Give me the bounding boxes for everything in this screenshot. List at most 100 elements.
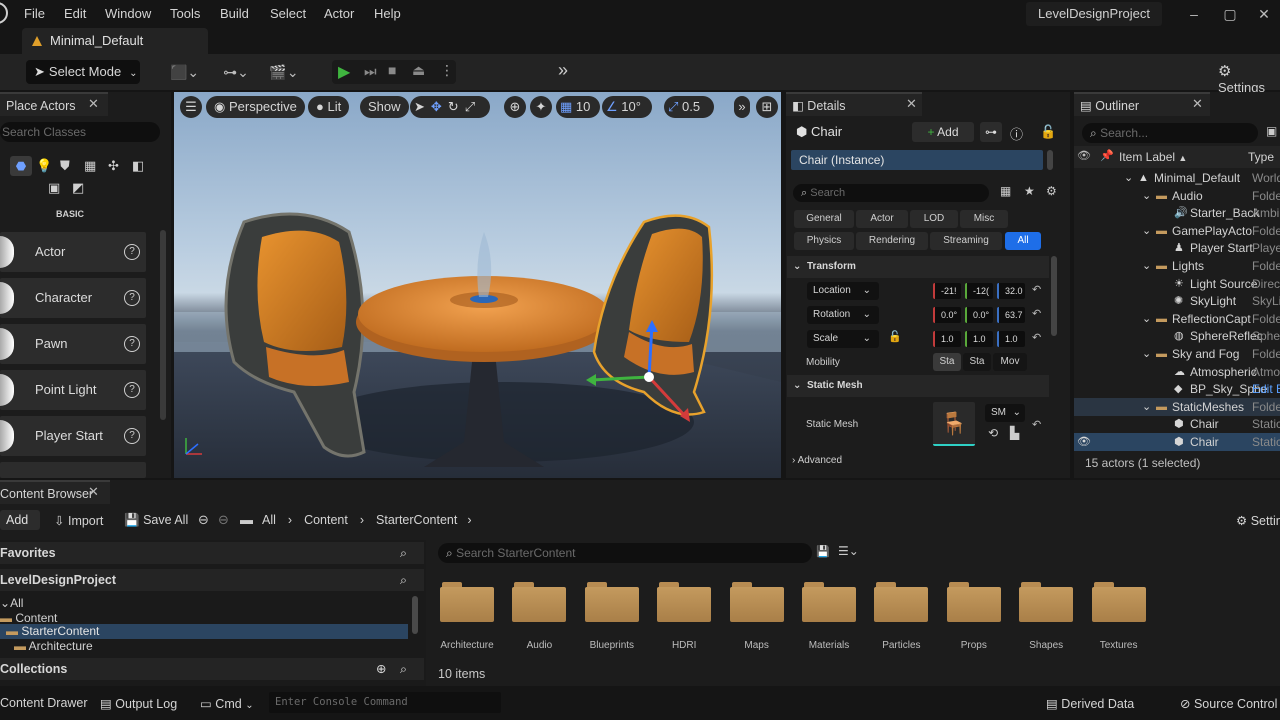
- filter-icon[interactable]: ☰⌄: [838, 544, 859, 558]
- tree-architecture[interactable]: ▬ Architecture: [14, 639, 93, 653]
- folder-tile-icon[interactable]: [729, 582, 784, 622]
- filter-actor[interactable]: Actor: [856, 210, 908, 228]
- viewport-menu-icon[interactable]: ☰: [180, 96, 202, 118]
- chevron-down-icon[interactable]: ⌄: [1142, 257, 1151, 275]
- menu-build[interactable]: Build: [220, 6, 249, 21]
- folder-tile-icon[interactable]: [657, 582, 712, 622]
- select-tool-icon[interactable]: ➤: [414, 99, 431, 114]
- help-icon[interactable]: ?: [124, 244, 140, 260]
- output-log-button[interactable]: ▤ Output Log: [100, 696, 177, 711]
- lock-icon[interactable]: 🔓: [1040, 124, 1056, 140]
- mobility-movable[interactable]: Mov: [993, 353, 1027, 371]
- location-dropdown[interactable]: Location ⌄: [807, 282, 879, 300]
- chevron-down-icon[interactable]: ⌄: [1142, 222, 1151, 240]
- item-label-column[interactable]: Item Label ▲: [1119, 150, 1187, 164]
- location-y-field[interactable]: -12(: [965, 283, 993, 299]
- level-tab[interactable]: Minimal_Default: [22, 28, 208, 54]
- menu-help[interactable]: Help: [374, 6, 401, 21]
- location-z-field[interactable]: 32.0: [997, 283, 1025, 299]
- reset-mesh-icon[interactable]: ↶: [1032, 418, 1041, 431]
- component-instance-row[interactable]: Chair (Instance): [791, 150, 1043, 170]
- search-classes-input[interactable]: Search Classes: [0, 122, 160, 142]
- type-column-header[interactable]: Type: [1248, 150, 1274, 164]
- more-options-icon[interactable]: ⋮: [440, 62, 454, 79]
- details-search-input[interactable]: ⌕ Search: [793, 184, 989, 202]
- help-icon[interactable]: ?: [124, 428, 140, 444]
- chevron-down-icon[interactable]: ⌄: [1142, 310, 1151, 328]
- save-search-icon[interactable]: 💾: [816, 545, 830, 558]
- import-button[interactable]: ⇩ Import: [54, 513, 103, 528]
- step-icon[interactable]: ⏭: [364, 63, 377, 80]
- details-settings-gear-icon[interactable]: ⚙: [1046, 184, 1057, 198]
- tree-all[interactable]: ⌄All: [0, 596, 23, 610]
- visibility-eye-icon[interactable]: 👁: [1077, 433, 1091, 451]
- cmd-dropdown[interactable]: ▭ Cmd ⌄: [200, 696, 254, 711]
- expand-viewport-icon[interactable]: »: [734, 96, 750, 118]
- back-icon[interactable]: ⊖: [198, 512, 209, 528]
- viewport-layout-icon[interactable]: ⊞: [756, 96, 778, 118]
- reset-rotation-icon[interactable]: ↶: [1032, 307, 1041, 320]
- geometry-category-icon[interactable]: ◧: [132, 158, 144, 174]
- search-icon[interactable]: ⌕: [400, 542, 407, 564]
- close-icon[interactable]: ✕: [1192, 96, 1203, 112]
- details-tab[interactable]: ◧ Details: [786, 92, 922, 116]
- transform-section[interactable]: ⌄ Transform: [787, 256, 1049, 278]
- folder-tile-icon[interactable]: [1091, 582, 1146, 622]
- search-icon[interactable]: ⌕: [400, 569, 407, 591]
- add-component-button[interactable]: + Add: [912, 122, 974, 142]
- outliner-add-icon[interactable]: ▣: [1266, 124, 1277, 138]
- filter-lod[interactable]: LOD: [910, 210, 958, 228]
- console-command-input[interactable]: Enter Console Command: [269, 692, 501, 713]
- details-scrollbar[interactable]: [1051, 256, 1057, 336]
- breadcrumb-all[interactable]: All: [262, 513, 276, 527]
- all-classes-category-icon[interactable]: ◩: [72, 180, 84, 196]
- scale-y-field[interactable]: 1.0: [965, 331, 993, 347]
- blueprints-icon[interactable]: ⊶⌄: [218, 62, 254, 82]
- chevron-down-icon[interactable]: ⌄: [1142, 187, 1151, 205]
- favorites-section[interactable]: Favorites ⌕: [0, 542, 424, 564]
- menu-file[interactable]: File: [24, 6, 45, 21]
- maximize-icon[interactable]: ▢: [1222, 6, 1238, 22]
- content-settings-button[interactable]: ⚙ Settings: [1236, 513, 1280, 528]
- scale-lock-icon[interactable]: 🔓: [888, 330, 902, 343]
- filter-physics[interactable]: Physics: [794, 232, 854, 250]
- outliner-row[interactable]: ◆BP_Sky_SpheEdit B: [1074, 380, 1280, 398]
- outliner-row[interactable]: ⬢ Chair Static: [1074, 415, 1280, 433]
- breadcrumb-content[interactable]: Content: [304, 513, 348, 527]
- add-content-icon[interactable]: ⬛⌄: [170, 62, 199, 82]
- add-collection-icon[interactable]: ⊕: [376, 658, 386, 680]
- folder-tile-icon[interactable]: [584, 582, 639, 622]
- expand-toolbar-icon[interactable]: »: [558, 60, 568, 81]
- outliner-row[interactable]: ✺ SkyLight SkyLi: [1074, 292, 1280, 310]
- rotation-y-field[interactable]: 0.0°: [965, 307, 993, 323]
- place-actor-item[interactable]: Actor?: [0, 232, 146, 272]
- breadcrumb-starter-content[interactable]: StarterContent: [376, 513, 457, 527]
- help-icon[interactable]: ⓘ: [1010, 124, 1023, 143]
- use-selected-asset-icon[interactable]: ⟲: [988, 426, 998, 440]
- save-all-button[interactable]: 💾 Save All: [124, 513, 188, 528]
- minimize-icon[interactable]: –: [1186, 6, 1202, 22]
- blueprint-icon[interactable]: ⊶: [980, 122, 1002, 142]
- outliner-row[interactable]: ☁ Atmospheric Atmo: [1074, 363, 1280, 381]
- perspective-button[interactable]: ◉ Perspective: [206, 96, 305, 118]
- select-mode-dropdown[interactable]: ➤ Select Mode ⌄: [26, 60, 140, 84]
- filter-streaming[interactable]: Streaming: [930, 232, 1002, 250]
- folder-tile-icon[interactable]: [802, 582, 856, 622]
- play-icon[interactable]: ▶: [338, 62, 350, 82]
- translate-tool-icon[interactable]: ✥: [431, 99, 448, 114]
- rotate-tool-icon[interactable]: ↻: [448, 99, 465, 114]
- scale-dropdown[interactable]: Scale ⌄: [807, 330, 879, 348]
- place-player-start-item[interactable]: Player Start?: [0, 416, 146, 456]
- rotation-dropdown[interactable]: Rotation ⌄: [807, 306, 879, 324]
- eject-icon[interactable]: ⏏: [412, 62, 425, 79]
- lit-button[interactable]: ● Lit: [308, 96, 350, 118]
- scale-tool-icon[interactable]: ⤢: [465, 99, 481, 114]
- filter-all[interactable]: All: [1005, 232, 1041, 250]
- basic-category-icon[interactable]: ⬣: [10, 156, 32, 176]
- menu-tools[interactable]: Tools: [170, 6, 200, 21]
- outliner-row[interactable]: 👁 ⬢ Chair Static: [1074, 433, 1280, 451]
- outliner-row[interactable]: ⌄ ▬ StaticMeshes Folde: [1074, 397, 1280, 416]
- scale-x-field[interactable]: 1.0: [933, 331, 961, 347]
- content-drawer-button[interactable]: Content Drawer: [0, 696, 88, 710]
- chevron-down-icon[interactable]: ⌄: [1142, 398, 1151, 416]
